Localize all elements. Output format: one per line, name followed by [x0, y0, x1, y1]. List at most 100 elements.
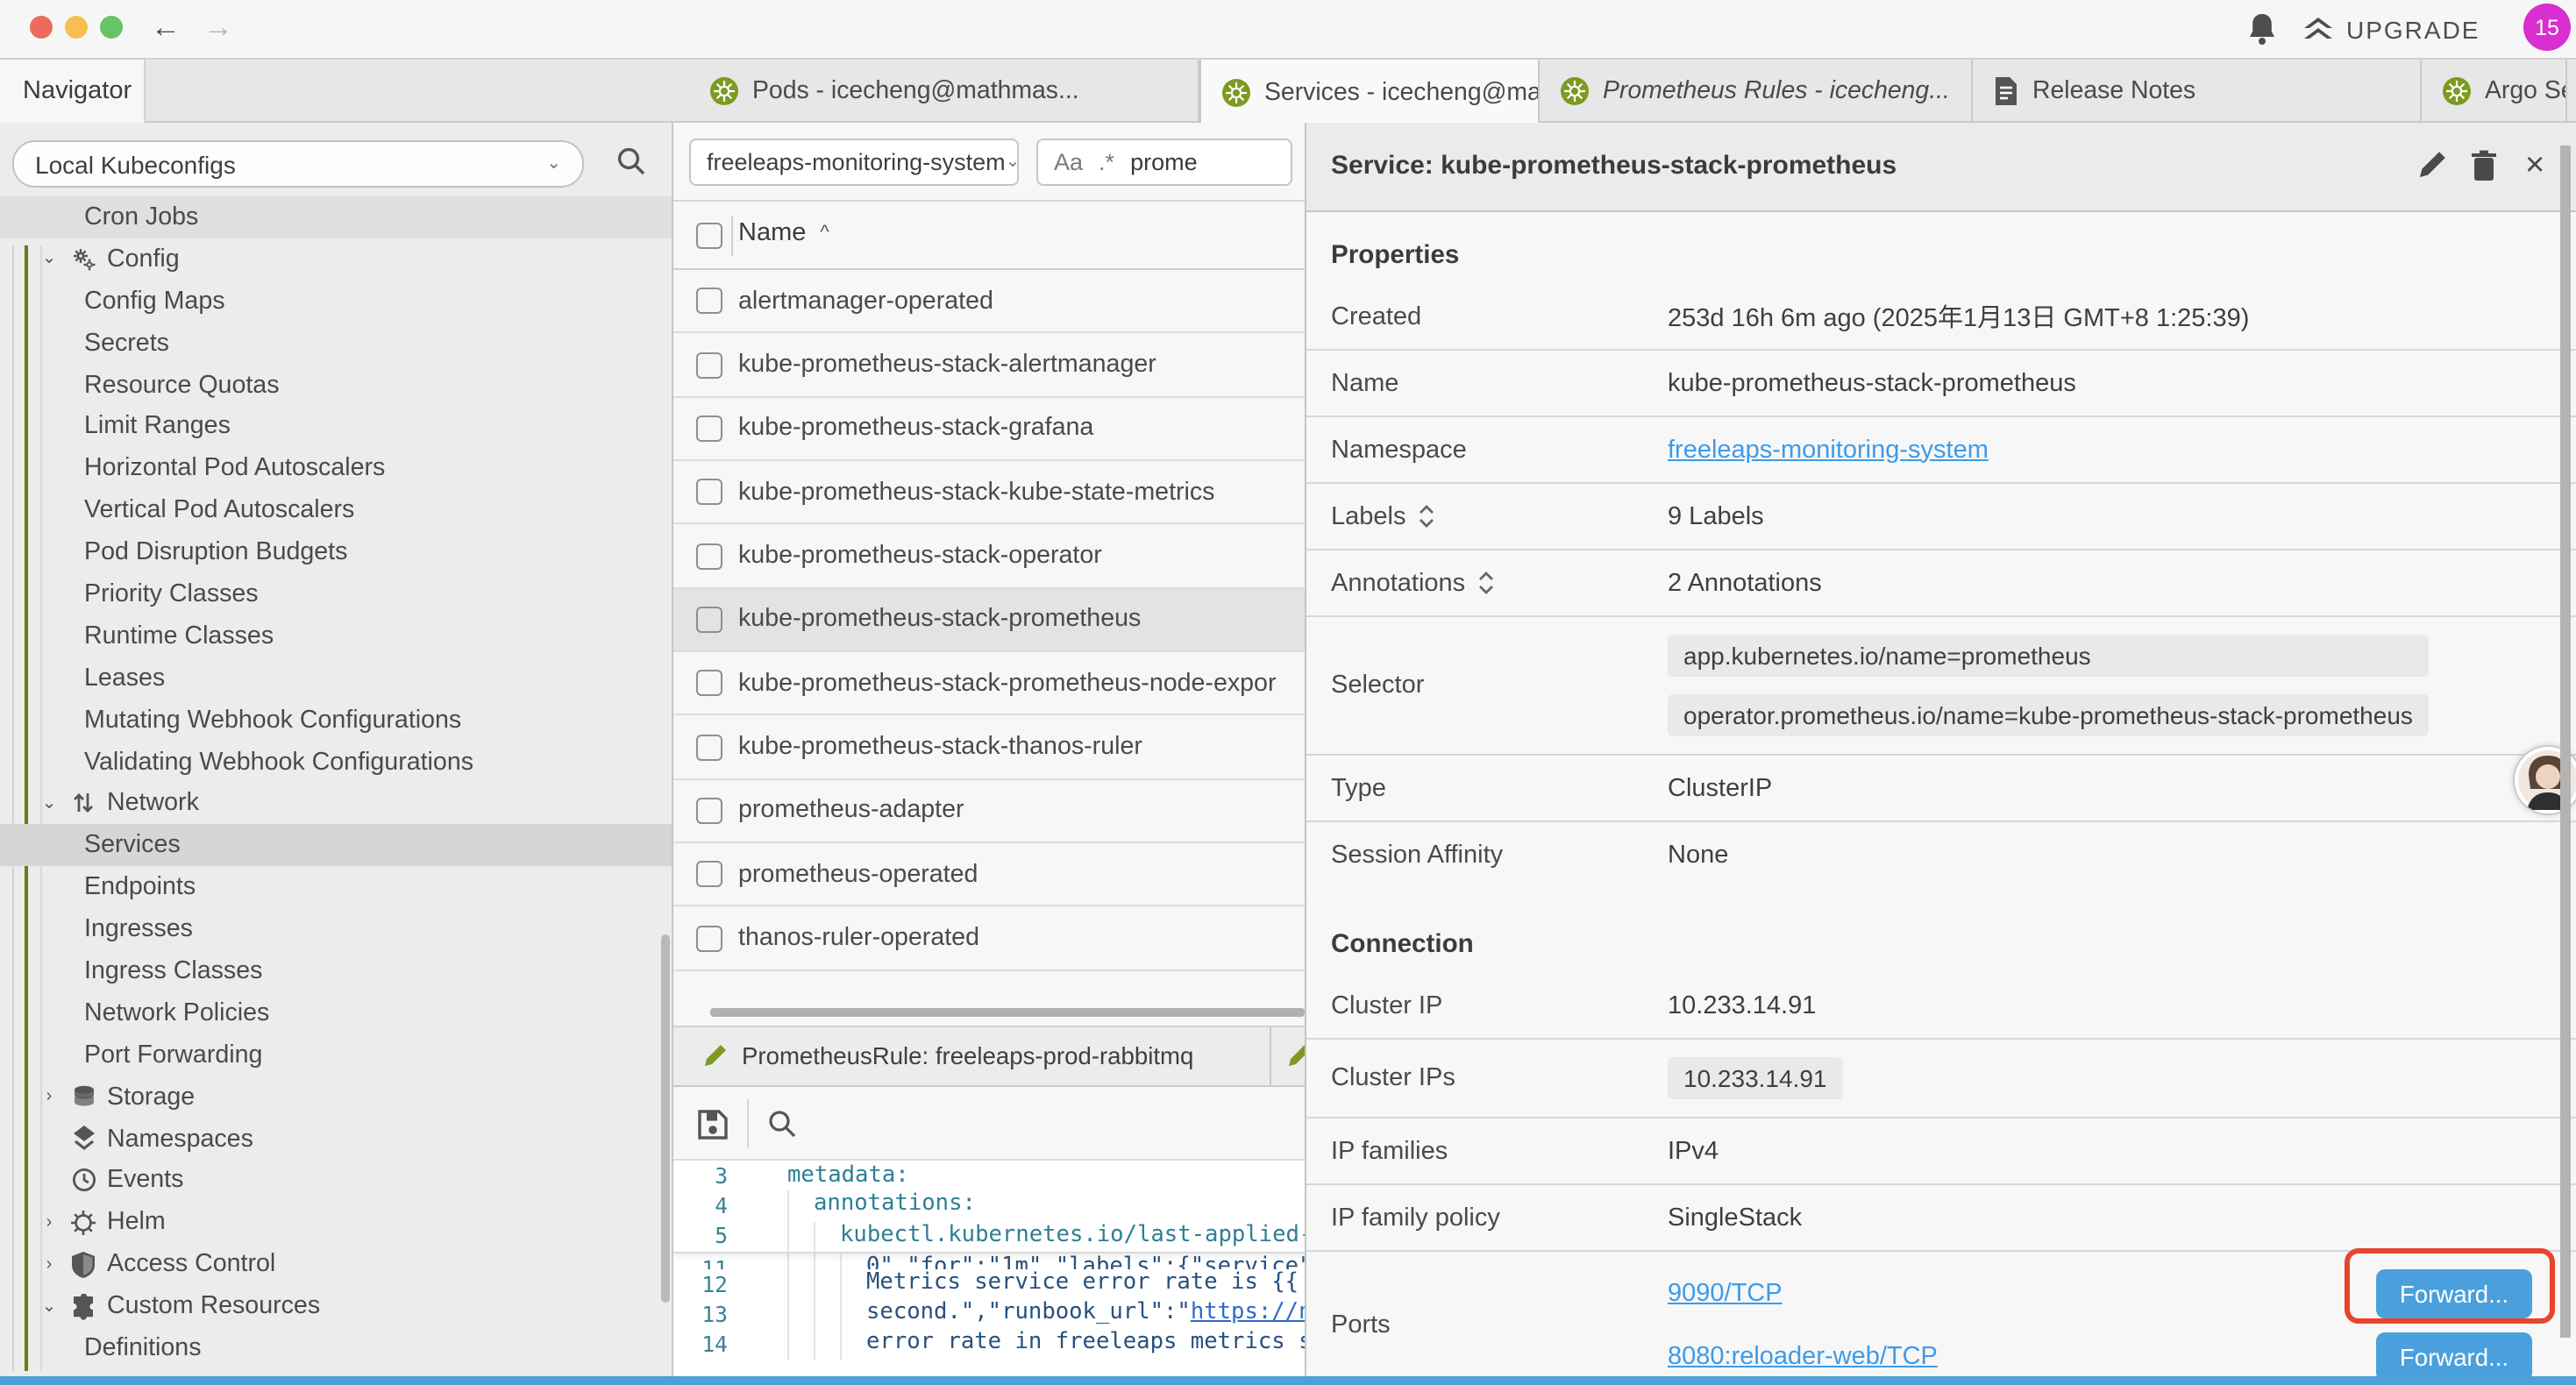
port-link-8080-reloader-web-tcp[interactable]: 8080:reloader-web/TCP — [1668, 1343, 1938, 1371]
sidebar-item-namespaces[interactable]: Namespaces — [0, 1118, 673, 1160]
save-icon[interactable] — [696, 1107, 729, 1140]
service-row-kube-prometheus-stack-kube-state-metrics[interactable]: kube-prometheus-stack-kube-state-metrics — [673, 461, 1305, 525]
back-button[interactable]: ← — [151, 9, 181, 47]
sort-updown-icon[interactable] — [1418, 505, 1434, 528]
service-row-kube-prometheus-stack-alertmanager[interactable]: kube-prometheus-stack-alertmanager — [673, 334, 1305, 398]
sidebar-item-network[interactable]: ⌄Network — [0, 783, 673, 825]
chevron-right-icon[interactable]: › — [39, 1254, 60, 1274]
editor-tab-partial[interactable] — [1271, 1027, 1305, 1085]
sidebar-item-port-forwarding[interactable]: Port Forwarding — [0, 1034, 673, 1076]
row-checkbox[interactable] — [696, 543, 722, 569]
row-checkbox[interactable] — [696, 798, 722, 824]
chevron-down-icon[interactable]: ⌄ — [39, 794, 60, 813]
sidebar-item-horizontal-pod-autoscalers[interactable]: Horizontal Pod Autoscalers — [0, 448, 673, 490]
detail-scrollbar-thumb[interactable] — [2560, 146, 2571, 1338]
close-window-button[interactable] — [30, 16, 53, 39]
name-column-header[interactable]: Name ^ — [738, 219, 829, 247]
row-checkbox[interactable] — [696, 607, 722, 633]
service-row-prometheus-operated[interactable]: prometheus-operated — [673, 843, 1305, 907]
service-row-alertmanager-operated[interactable]: alertmanager-operated — [673, 270, 1305, 334]
sidebar-item-runtime-classes[interactable]: Runtime Classes — [0, 615, 673, 657]
notification-count-badge[interactable]: 15 — [2523, 4, 2571, 51]
forward-button[interactable]: Forward... — [2376, 1332, 2532, 1378]
service-row-kube-prometheus-stack-thanos-ruler[interactable]: kube-prometheus-stack-thanos-ruler — [673, 716, 1305, 780]
navigator-panel-tab[interactable]: Navigator — [0, 60, 146, 123]
chevron-right-icon[interactable]: › — [39, 1213, 60, 1232]
sidebar-item-label: Limit Ranges — [84, 413, 231, 441]
tab-release-notes[interactable]: Release Notes — [1973, 60, 2422, 123]
sidebar-item-custom-resources[interactable]: ⌄Custom Resources — [0, 1285, 673, 1327]
editor-search-icon[interactable] — [766, 1108, 798, 1140]
sidebar-item-limit-ranges[interactable]: Limit Ranges — [0, 406, 673, 448]
row-checkbox[interactable] — [696, 288, 722, 314]
search-icon[interactable] — [616, 146, 647, 177]
code-segment[interactable]: https://net — [1191, 1299, 1305, 1325]
sidebar-item-services[interactable]: Services — [0, 825, 673, 867]
match-case-toggle[interactable]: Aa — [1054, 149, 1083, 175]
service-row-thanos-ruler-operated[interactable]: thanos-ruler-operated — [673, 907, 1305, 971]
list-horizontal-scrollbar-thumb[interactable] — [710, 1008, 1305, 1017]
edit-pencil-icon[interactable] — [2415, 149, 2448, 182]
sidebar-item-config[interactable]: ⌄Config — [0, 238, 673, 281]
sidebar-item-priority-classes[interactable]: Priority Classes — [0, 573, 673, 615]
minimize-window-button[interactable] — [65, 16, 88, 39]
service-name: kube-prometheus-stack-kube-state-metrics — [738, 478, 1215, 506]
upgrade-button[interactable]: UPGRADE — [2301, 9, 2480, 51]
sidebar-item-events[interactable]: Events — [0, 1160, 673, 1202]
yaml-editor[interactable]: 3metadata:4annotations:5kubectl.kubernet… — [673, 1161, 1305, 1378]
sidebar-item-secrets[interactable]: Secrets — [0, 322, 673, 364]
maximize-window-button[interactable] — [100, 16, 123, 39]
row-checkbox[interactable] — [696, 862, 722, 888]
sidebar-item-ingresses[interactable]: Ingresses — [0, 908, 673, 950]
select-all-checkbox[interactable] — [696, 223, 722, 249]
tab-argo-se[interactable]: Argo Se — [2422, 60, 2567, 123]
chevron-right-icon[interactable]: › — [39, 1087, 60, 1106]
delete-trash-icon[interactable] — [2469, 149, 2499, 182]
sidebar-item-mutating-webhook-configurations[interactable]: Mutating Webhook Configurations — [0, 699, 673, 741]
sidebar-item-pod-disruption-budgets[interactable]: Pod Disruption Budgets — [0, 531, 673, 573]
tab-prometheus-rules-icecheng[interactable]: Prometheus Rules - icecheng... — [1540, 60, 1973, 123]
row-checkbox[interactable] — [696, 416, 722, 442]
sidebar-item-config-maps[interactable]: Config Maps — [0, 281, 673, 323]
sidebar-scrollbar-thumb[interactable] — [661, 934, 670, 1303]
sidebar-item-cron-jobs[interactable]: Cron Jobs — [0, 196, 673, 238]
namespace-filter-dropdown[interactable]: freeleaps-monitoring-system ⌄ — [689, 138, 1019, 186]
port-link-9090-tcp[interactable]: 9090/TCP — [1668, 1280, 1783, 1308]
sort-updown-icon[interactable] — [1477, 572, 1493, 594]
sidebar-item-leases[interactable]: Leases — [0, 657, 673, 700]
service-row-kube-prometheus-stack-operator[interactable]: kube-prometheus-stack-operator — [673, 525, 1305, 589]
row-checkbox[interactable] — [696, 734, 722, 760]
shield-icon — [70, 1251, 96, 1277]
sidebar-item-resource-quotas[interactable]: Resource Quotas — [0, 364, 673, 406]
service-row-prometheus-adapter[interactable]: prometheus-adapter — [673, 780, 1305, 844]
row-checkbox[interactable] — [696, 479, 722, 505]
close-icon[interactable]: × — [2525, 149, 2544, 182]
editor-tab-prometheusrule[interactable]: PrometheusRule: freeleaps-prod-rabbitmq — [673, 1027, 1271, 1085]
sidebar-item-definitions[interactable]: Definitions — [0, 1327, 673, 1369]
regex-toggle[interactable]: .* — [1099, 149, 1114, 175]
chevron-down-icon[interactable]: ⌄ — [39, 1296, 60, 1316]
sidebar-item-vertical-pod-autoscalers[interactable]: Vertical Pod Autoscalers — [0, 489, 673, 531]
row-checkbox[interactable] — [696, 670, 722, 696]
detail-row-label: Ports — [1331, 1311, 1391, 1339]
sidebar-item-access-control[interactable]: ›Access Control — [0, 1244, 673, 1286]
sidebar-item-ingress-classes[interactable]: Ingress Classes — [0, 950, 673, 992]
sidebar-item-endpoints[interactable]: Endpoints — [0, 867, 673, 909]
kubeconfig-dropdown[interactable]: Local Kubeconfigs ⌄ — [12, 140, 584, 188]
sidebar-item-network-policies[interactable]: Network Policies — [0, 992, 673, 1034]
list-search-input[interactable]: Aa .* prome — [1036, 138, 1292, 186]
sidebar-item-storage[interactable]: ›Storage — [0, 1076, 673, 1118]
tab-pods-icecheng-mathmas[interactable]: Pods - icecheng@mathmas... — [689, 60, 1199, 123]
service-row-kube-prometheus-stack-prometheus-node-expor[interactable]: kube-prometheus-stack-prometheus-node-ex… — [673, 652, 1305, 716]
row-checkbox[interactable] — [696, 352, 722, 378]
service-row-kube-prometheus-stack-grafana[interactable]: kube-prometheus-stack-grafana — [673, 397, 1305, 461]
notifications-bell-icon[interactable] — [2245, 11, 2280, 49]
row-checkbox[interactable] — [696, 925, 722, 951]
sidebar-item-helm[interactable]: ›Helm — [0, 1202, 673, 1244]
namespace-link[interactable]: freeleaps-monitoring-system — [1668, 436, 1989, 464]
forward-button[interactable]: → — [203, 9, 233, 47]
service-row-kube-prometheus-stack-prometheus[interactable]: kube-prometheus-stack-prometheus — [673, 588, 1305, 652]
chevron-down-icon[interactable]: ⌄ — [39, 250, 60, 269]
sidebar-item-validating-webhook-configurations[interactable]: Validating Webhook Configurations — [0, 741, 673, 783]
tab-services-icecheng-math[interactable]: Services - icecheng@math...× — [1199, 60, 1540, 124]
